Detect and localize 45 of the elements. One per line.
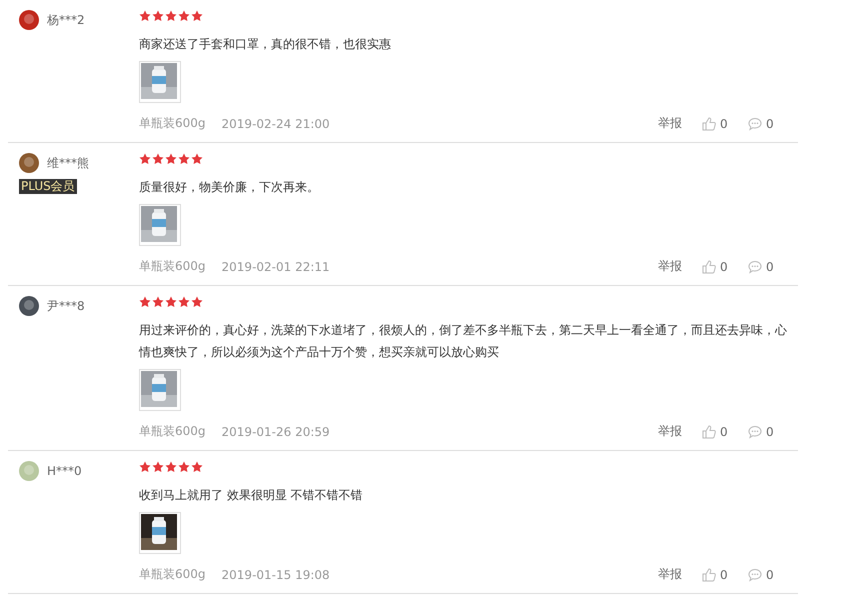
user-name: 杨***2 [47,12,85,28]
like-count: 0 [720,116,728,130]
reply-count: 0 [766,116,774,130]
photo-thumbnail[interactable] [139,204,181,246]
product-variant: 单瓶装600g [139,423,206,440]
photo-thumbnail[interactable] [139,61,181,103]
review-time: 2019-01-26 20:59 [222,424,330,438]
comment-icon[interactable] [748,568,762,582]
reply-count: 0 [766,568,774,582]
avatar [19,296,39,316]
comment-icon[interactable] [748,260,762,274]
review-text: 商家还送了手套和口罩，真的很不错，也很实惠 [139,36,392,53]
like-count: 0 [720,424,728,438]
avatar [19,10,39,30]
thumbs-up-icon[interactable] [702,260,716,274]
report-link[interactable]: 举报 [658,566,682,583]
product-variant: 单瓶装600g [139,115,206,132]
avatar [19,153,39,173]
user-name: 维***熊 [47,154,89,172]
comment-icon[interactable] [748,116,762,130]
report-link[interactable]: 举报 [658,115,682,132]
user-name: 尹***8 [47,298,85,314]
review-time: 2019-02-24 21:00 [222,116,330,130]
avatar [19,461,39,481]
review-text: 收到马上就用了 效果很明显 不错不错不错 [139,487,364,504]
photo-thumbnail[interactable] [139,512,181,554]
plus-member-badge: PLUS会员 [19,179,77,194]
thumbs-up-icon[interactable] [702,116,716,130]
product-variant: 单瓶装600g [139,566,206,583]
thumbs-up-icon[interactable] [702,424,716,438]
report-link[interactable]: 举报 [658,423,682,440]
thumbs-up-icon[interactable] [702,568,716,582]
report-link[interactable]: 举报 [658,258,682,275]
review-time: 2019-01-15 19:08 [222,568,330,582]
reply-count: 0 [766,260,774,274]
photo-thumbnail[interactable] [139,369,181,411]
comment-icon[interactable] [748,424,762,438]
review-text: 质量很好，物美价廉，下次再来。 [139,179,320,196]
user-name: H***0 [47,464,82,478]
like-count: 0 [720,260,728,274]
like-count: 0 [720,568,728,582]
reply-count: 0 [766,424,774,438]
review-text: 用过来评价的，真心好，洗菜的下水道堵了，很烦人的，倒了差不多半瓶下去，第二天早上一看全通了，而且还去异味，心情也爽快了，所以必须为这个产品十万个赞，想买亲就可以放心购买 [139,322,788,361]
review-time: 2019-02-01 22:11 [222,260,330,274]
product-variant: 单瓶装600g [139,258,206,275]
